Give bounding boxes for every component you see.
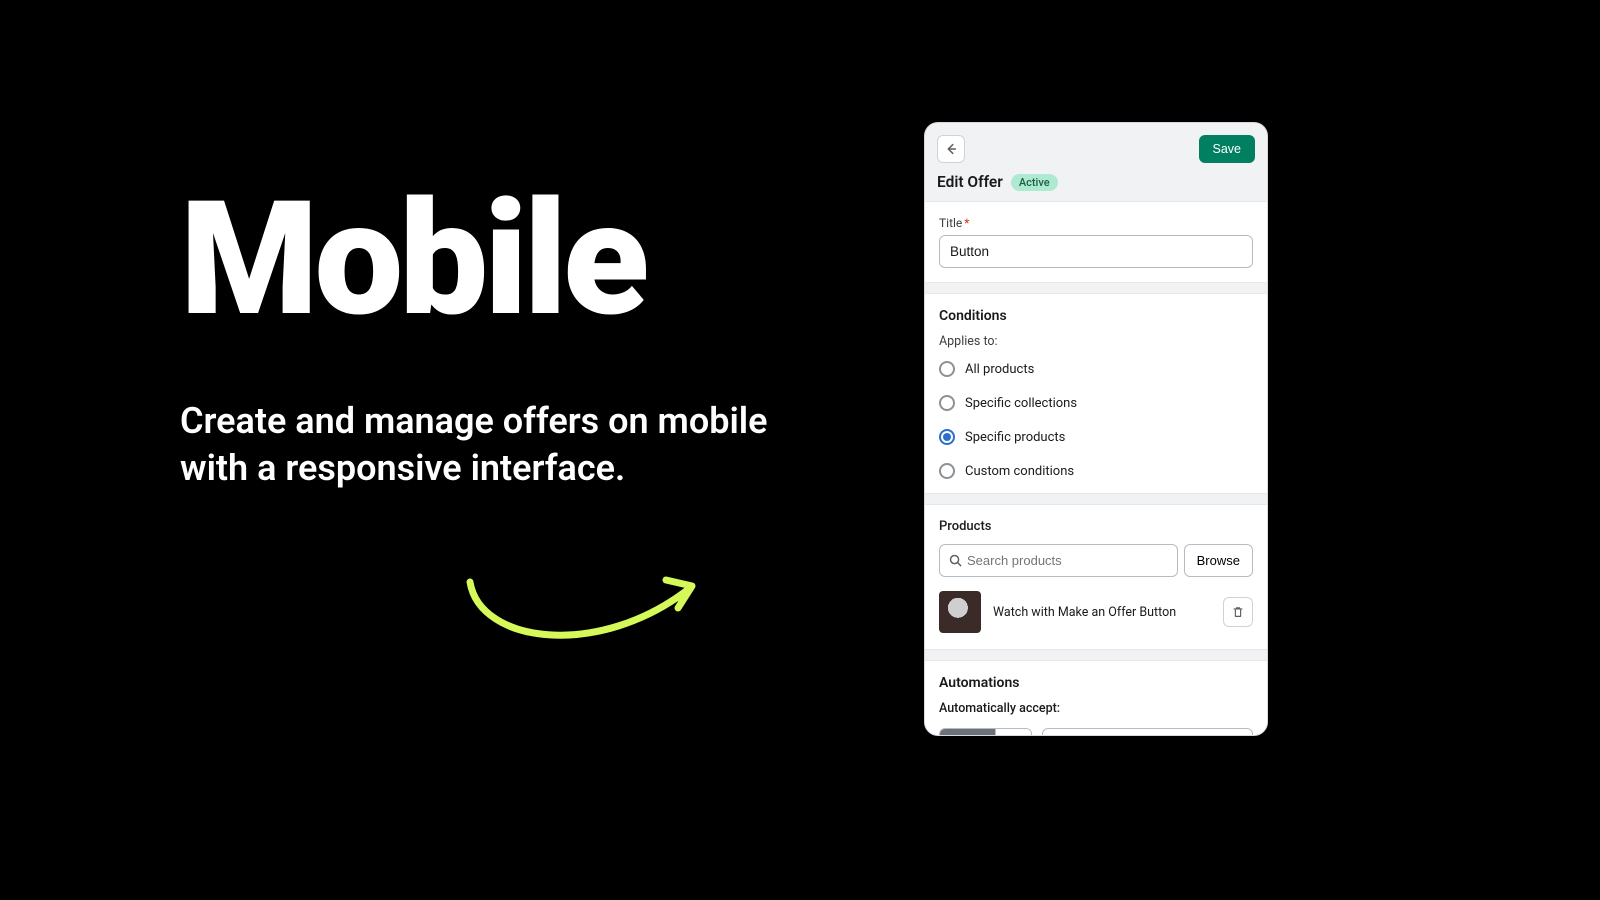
conditions-heading: Conditions <box>939 308 1253 324</box>
status-badge: Active <box>1011 174 1058 191</box>
page-title-row: Edit Offer Active <box>925 173 1267 201</box>
automations-heading: Automations <box>939 675 1253 691</box>
applies-to-radio-group: All products Specific collections Specif… <box>939 361 1253 479</box>
save-button[interactable]: Save <box>1199 135 1256 163</box>
arrow-illustration <box>460 564 720 664</box>
radio-specific-products[interactable]: Specific products <box>939 429 1253 445</box>
radio-icon <box>939 395 955 411</box>
accept-amount-input[interactable] <box>1066 729 1242 736</box>
title-card: Title* <box>925 201 1267 283</box>
mobile-app-frame: Save Edit Offer Active Title* Conditions… <box>924 122 1268 736</box>
mode-fixed-button[interactable]: Fixed <box>940 729 995 736</box>
product-name: Watch with Make an Offer Button <box>993 605 1211 620</box>
product-list-item: Watch with Make an Offer Button <box>939 589 1253 635</box>
marketing-subhead: Create and manage offers on mobile with … <box>180 398 800 492</box>
arrow-left-icon <box>944 142 958 156</box>
mode-percentage-button[interactable]: Percentage <box>995 729 1032 736</box>
conditions-card: Conditions Applies to: All products Spec… <box>925 293 1267 494</box>
browse-button[interactable]: Browse <box>1184 544 1253 577</box>
radio-icon <box>939 463 955 479</box>
search-icon <box>948 553 963 568</box>
radio-specific-collections[interactable]: Specific collections <box>939 395 1253 411</box>
product-thumbnail <box>939 591 981 633</box>
radio-custom-conditions[interactable]: Custom conditions <box>939 463 1253 479</box>
radio-icon <box>939 361 955 377</box>
back-button[interactable] <box>937 135 965 163</box>
page-title: Edit Offer <box>937 173 1003 191</box>
remove-product-button[interactable] <box>1223 597 1253 627</box>
title-label: Title* <box>939 216 1253 230</box>
topbar: Save <box>925 123 1267 173</box>
auto-accept-label: Automatically accept: <box>939 701 1253 716</box>
marketing-headline: Mobile <box>180 180 800 338</box>
accept-amount-field[interactable]: $ <box>1042 728 1253 736</box>
automations-card: Automations Automatically accept: Fixed … <box>925 660 1267 736</box>
products-heading: Products <box>939 519 1253 534</box>
applies-to-label: Applies to: <box>939 334 1253 349</box>
radio-all-products[interactable]: All products <box>939 361 1253 377</box>
required-asterisk: * <box>964 216 969 230</box>
radio-icon <box>939 429 955 445</box>
trash-icon <box>1231 605 1245 619</box>
marketing-copy: Mobile Create and manage offers on mobil… <box>180 180 800 492</box>
products-card: Products Browse Watch with Make an Offer… <box>925 504 1267 650</box>
accept-mode-segmented: Fixed Percentage <box>939 728 1032 736</box>
product-search-input[interactable] <box>963 545 1169 576</box>
product-search[interactable] <box>939 544 1178 577</box>
title-input[interactable] <box>939 235 1253 268</box>
